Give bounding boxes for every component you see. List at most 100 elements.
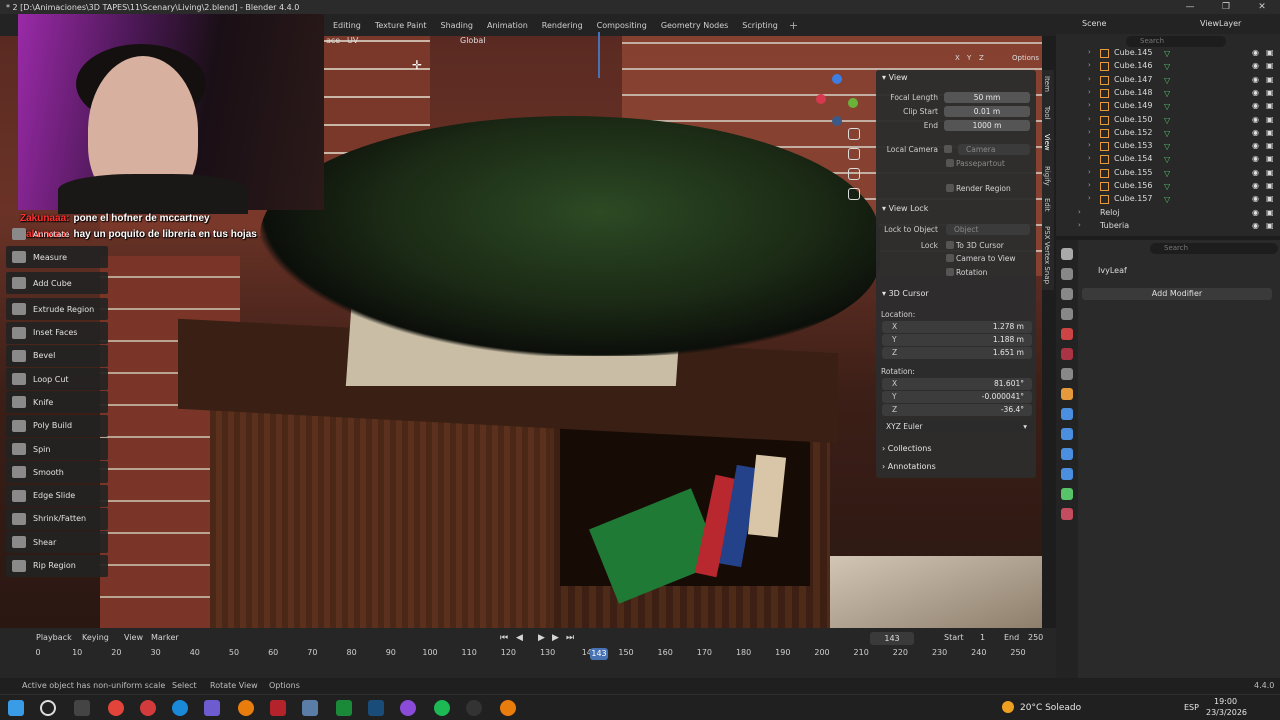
cursor-location-z[interactable]: Z 1.651 m xyxy=(882,347,1032,359)
tool-knife[interactable]: Knife xyxy=(6,391,108,414)
view-layer-selector[interactable]: ViewLayer xyxy=(1200,19,1241,28)
render-props-icon[interactable] xyxy=(1061,268,1073,280)
camera-view-icon[interactable] xyxy=(848,168,860,180)
view-lock-header[interactable]: ▾ View Lock xyxy=(882,204,928,213)
next-keyframe-icon[interactable]: ▶ xyxy=(552,633,559,643)
expand-arrow-icon[interactable]: › xyxy=(1078,208,1081,216)
language-indicator[interactable]: ESP xyxy=(1184,703,1199,712)
tab-tool[interactable]: Tool xyxy=(1043,106,1051,120)
blender-taskbar-icon[interactable] xyxy=(238,700,254,716)
tab-animation[interactable]: Animation xyxy=(480,21,535,30)
timeline-ruler[interactable]: 0 10 20 30 40 50 60 70 80 90 100 110 120 130 14 150 160 1… xyxy=(0,648,1056,662)
marker-menu[interactable]: Marker xyxy=(151,633,179,642)
tool-shear[interactable]: Shear xyxy=(6,531,108,554)
outliner-row[interactable]: › Cube.153 ▽ ◉ ▣ xyxy=(1056,140,1280,153)
expand-arrow-icon[interactable]: › xyxy=(1088,101,1091,109)
expand-arrow-icon[interactable]: › xyxy=(1088,128,1091,136)
axis-y-toggle[interactable]: Y xyxy=(967,54,971,62)
outliner-item-name[interactable]: Cube.145 xyxy=(1114,48,1152,57)
tab-scripting[interactable]: Scripting xyxy=(735,21,785,30)
start-frame-field[interactable]: 1 xyxy=(980,633,985,642)
jump-to-start-icon[interactable]: ⏮ xyxy=(500,633,508,643)
transform-orientation[interactable]: Global xyxy=(460,36,486,45)
visibility-eye-icon[interactable]: ◉ xyxy=(1252,101,1259,110)
chrome-icon[interactable] xyxy=(108,700,124,716)
clock-time[interactable]: 19:00 xyxy=(1214,697,1237,706)
outliner-row[interactable]: › Cube.155 ▽ ◉ ▣ xyxy=(1056,167,1280,180)
tool-extrude-region[interactable]: Extrude Region xyxy=(6,298,108,321)
clip-end-field[interactable]: 1000 m xyxy=(944,120,1030,131)
tool-poly-build[interactable]: Poly Build xyxy=(6,414,108,437)
expand-arrow-icon[interactable]: › xyxy=(1088,154,1091,162)
keying-menu[interactable]: Keying xyxy=(82,633,109,642)
tool-loop-cut[interactable]: Loop Cut xyxy=(6,368,108,391)
outliner-item-name[interactable]: Cube.149 xyxy=(1114,101,1152,110)
local-camera-field[interactable]: Camera xyxy=(958,144,1030,155)
playhead[interactable]: 143 xyxy=(590,648,608,660)
tab-rendering[interactable]: Rendering xyxy=(535,21,590,30)
render-camera-icon[interactable]: ▣ xyxy=(1266,101,1274,110)
3d-cursor-header[interactable]: ▾ 3D Cursor xyxy=(882,289,929,298)
tab-compositing[interactable]: Compositing xyxy=(590,21,654,30)
object-props-icon[interactable] xyxy=(1061,388,1073,400)
rotation-mode-select[interactable]: XYZ Euler ▾ xyxy=(882,420,1032,433)
axis-z-toggle[interactable]: Z xyxy=(979,54,984,62)
visibility-eye-icon[interactable]: ◉ xyxy=(1252,61,1259,70)
tool-shrink-fatten[interactable]: Shrink/Fatten xyxy=(6,507,108,530)
outliner-item-name[interactable]: Cube.152 xyxy=(1114,128,1152,137)
outliner-item-name[interactable]: Cube.154 xyxy=(1114,154,1152,163)
cursor-rotation-x[interactable]: X 81.601° xyxy=(882,378,1032,390)
tool-add-cube[interactable]: Add Cube xyxy=(6,272,108,295)
outliner-row[interactable]: › Cube.156 ▽ ◉ ▣ xyxy=(1056,180,1280,193)
tool-bevel[interactable]: Bevel xyxy=(6,344,108,367)
rotation-lock-checkbox[interactable] xyxy=(946,268,954,276)
outliner-item-name[interactable]: Cube.146 xyxy=(1114,61,1152,70)
tab-view[interactable]: View xyxy=(1043,134,1051,151)
render-camera-icon[interactable]: ▣ xyxy=(1266,194,1274,203)
render-camera-icon[interactable]: ▣ xyxy=(1266,75,1274,84)
app-icon[interactable] xyxy=(302,700,318,716)
uv-menu[interactable]: UV xyxy=(347,36,358,45)
expand-arrow-icon[interactable]: › xyxy=(1088,181,1091,189)
tool-spin[interactable]: Spin xyxy=(6,438,108,461)
outliner-row[interactable]: › Cube.148 ▽ ◉ ▣ xyxy=(1056,87,1280,100)
jump-to-end-icon[interactable]: ⏭ xyxy=(566,633,574,643)
render-camera-icon[interactable]: ▣ xyxy=(1266,181,1274,190)
outliner-item-name[interactable]: Cube.147 xyxy=(1114,75,1152,84)
outliner-item-name[interactable]: Cube.148 xyxy=(1114,88,1152,97)
visibility-eye-icon[interactable]: ◉ xyxy=(1252,181,1259,190)
expand-arrow-icon[interactable]: › xyxy=(1088,88,1091,96)
outliner-collection-row[interactable]: › Tuberia ◉ ▣ xyxy=(1056,220,1280,233)
render-camera-icon[interactable]: ▣ xyxy=(1266,168,1274,177)
neg-z-axis-icon[interactable] xyxy=(832,116,842,126)
outliner-row[interactable]: › Cube.149 ▽ ◉ ▣ xyxy=(1056,100,1280,113)
visibility-eye-icon[interactable]: ◉ xyxy=(1252,208,1259,217)
cursor-location-x[interactable]: X 1.278 m xyxy=(882,321,1032,333)
end-frame-field[interactable]: 250 xyxy=(1028,633,1043,642)
constraints-props-icon[interactable] xyxy=(1061,468,1073,480)
cursor-rotation-z[interactable]: Z -36.4° xyxy=(882,404,1032,416)
view-layer-props-icon[interactable] xyxy=(1061,308,1073,320)
outliner-row[interactable]: › Cube.147 ▽ ◉ ▣ xyxy=(1056,74,1280,87)
scene-props-icon[interactable] xyxy=(1061,328,1073,340)
render-camera-icon[interactable]: ▣ xyxy=(1266,88,1274,97)
visibility-eye-icon[interactable]: ◉ xyxy=(1252,154,1259,163)
visibility-eye-icon[interactable]: ◉ xyxy=(1252,128,1259,137)
tool-smooth[interactable]: Smooth xyxy=(6,461,108,484)
obs-icon[interactable] xyxy=(466,700,482,716)
tab-psx-vertex-snap[interactable]: PSX Vertex Snap xyxy=(1043,226,1051,284)
particles-props-icon[interactable] xyxy=(1061,428,1073,440)
camera-to-view-checkbox[interactable] xyxy=(946,254,954,262)
properties-search[interactable]: Search xyxy=(1150,243,1278,254)
output-props-icon[interactable] xyxy=(1061,288,1073,300)
expand-arrow-icon[interactable]: › xyxy=(1088,48,1091,56)
collection-props-icon[interactable] xyxy=(1061,368,1073,380)
current-frame-field[interactable]: 143 xyxy=(870,632,914,645)
select-mode-menu[interactable]: ace xyxy=(326,36,340,45)
clock-date[interactable]: 23/3/2026 xyxy=(1206,708,1247,717)
visibility-eye-icon[interactable]: ◉ xyxy=(1252,221,1259,230)
add-modifier-button[interactable]: Add Modifier xyxy=(1082,288,1272,300)
blender-taskbar-icon[interactable] xyxy=(500,700,516,716)
render-camera-icon[interactable]: ▣ xyxy=(1266,154,1274,163)
outliner-row[interactable]: › Cube.150 ▽ ◉ ▣ xyxy=(1056,114,1280,127)
